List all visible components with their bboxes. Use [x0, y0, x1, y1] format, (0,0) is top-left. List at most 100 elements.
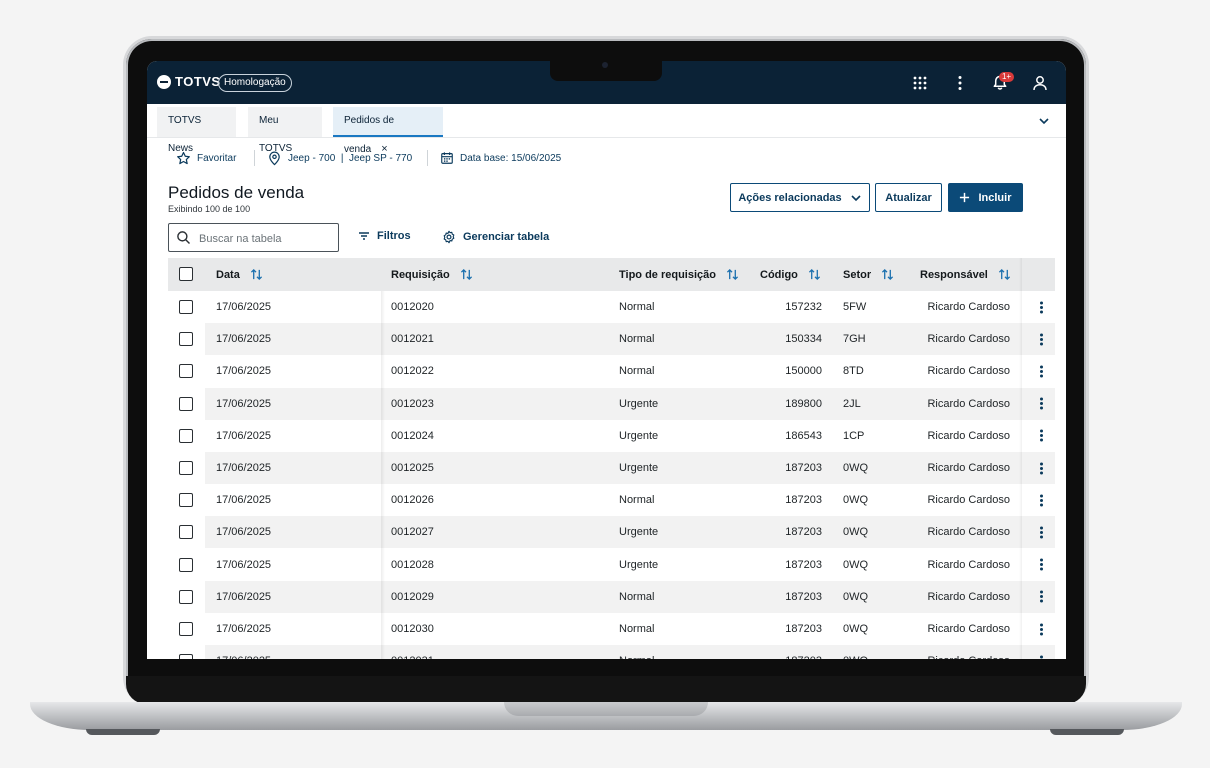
filters-label: Filtros [377, 230, 411, 242]
row-actions-icon[interactable] [1032, 323, 1050, 355]
cell-codigo: 187203 [785, 558, 822, 571]
table-row[interactable]: 17/06/2025 0012023 Urgente 189800 2JL Ricardo… [168, 387, 1055, 420]
cell-data: 17/06/2025 [216, 623, 272, 635]
cell-tipo: Urgente [619, 429, 659, 442]
gear-icon [443, 230, 455, 244]
table-row[interactable]: 17/06/2025 0012021 Normal 150334 7GH Ricardo … [168, 323, 1055, 356]
cell-setor: 1CP [843, 429, 865, 442]
row-checkbox[interactable] [179, 525, 193, 540]
cell-codigo: 187203 [785, 623, 822, 635]
column-header-codigo[interactable]: Código [760, 258, 821, 291]
table-row[interactable]: 17/06/2025 0012027 Urgente 187203 0WQ Ricardo… [168, 516, 1055, 549]
filters-button[interactable]: Filtros [358, 230, 411, 242]
refresh-button[interactable]: Atualizar [875, 183, 942, 212]
cell-responsavel: Ricardo Cardoso [927, 645, 1010, 659]
row-actions-icon[interactable] [1032, 549, 1050, 581]
cell-codigo: 186543 [785, 429, 822, 442]
column-header-responsavel[interactable]: Responsável [920, 258, 1011, 291]
row-actions-icon[interactable] [1032, 355, 1050, 387]
cell-tipo: Normal [619, 645, 654, 659]
row-checkbox[interactable] [179, 493, 193, 508]
cell-setor: 2JL [843, 397, 861, 410]
sort-icon[interactable] [998, 268, 1011, 281]
cell-requisicao: 0012029 [391, 590, 434, 603]
table-row[interactable]: 17/06/2025 0012028 Urgente 187203 0WQ Ricardo… [168, 548, 1055, 581]
row-actions-icon[interactable] [1032, 484, 1050, 516]
cell-setor: 0WQ [843, 462, 869, 474]
column-header-requisicao[interactable]: Requisição [391, 258, 473, 291]
column-header-data[interactable]: Data [216, 258, 263, 291]
location-selector[interactable]: Jeep - 700 | Jeep SP - 770 [267, 151, 412, 166]
row-actions-icon[interactable] [1032, 516, 1050, 548]
sort-icon[interactable] [881, 268, 894, 281]
row-actions-icon[interactable] [1032, 613, 1050, 645]
table-row[interactable]: 17/06/2025 0012029 Normal 187203 0WQ Ricardo … [168, 580, 1055, 613]
cell-responsavel: Ricardo Cardoso [927, 333, 1010, 346]
row-checkbox[interactable] [179, 654, 193, 659]
apps-grid-icon[interactable] [911, 74, 929, 92]
row-checkbox[interactable] [179, 300, 193, 314]
date-base-selector[interactable]: Data base: 15/06/2025 [440, 151, 561, 165]
row-actions-icon[interactable] [1032, 291, 1050, 323]
cell-responsavel: Ricardo Cardoso [927, 462, 1010, 474]
row-checkbox[interactable] [179, 557, 193, 572]
cell-tipo: Normal [619, 365, 655, 378]
column-header-tipo[interactable]: Tipo de requisição [619, 258, 739, 291]
tab-totvs-news[interactable]: TOTVS News [157, 107, 236, 154]
page-title: Pedidos de venda [168, 183, 305, 202]
sort-icon[interactable] [460, 268, 473, 281]
row-actions-icon[interactable] [1032, 581, 1050, 613]
sort-icon[interactable] [250, 268, 263, 281]
cell-codigo: 150000 [785, 365, 822, 378]
row-actions-icon[interactable] [1032, 420, 1050, 452]
cell-data: 17/06/2025 [216, 301, 272, 313]
cell-tipo: Normal [619, 494, 655, 507]
sort-icon[interactable] [808, 268, 821, 281]
cell-tipo: Urgente [619, 462, 659, 474]
tab-label: Meu TOTVS [259, 115, 293, 154]
table-header: Data Requisição Tipo de requisição Códig… [168, 258, 1055, 291]
cell-responsavel: Ricardo Cardoso [927, 429, 1010, 442]
row-checkbox[interactable] [179, 332, 193, 347]
tab-meu-totvs[interactable]: Meu TOTVS [248, 107, 322, 154]
row-checkbox[interactable] [179, 622, 193, 636]
cell-responsavel: Ricardo Cardoso [927, 494, 1010, 507]
table-row[interactable]: 17/06/2025 0012030 Normal 187203 0WQ Ricardo … [168, 613, 1055, 645]
tab-pedidos-de-venda[interactable]: Pedidos de venda × [333, 107, 443, 155]
table-row[interactable]: 17/06/2025 0012026 Normal 187203 0WQ Ricardo … [168, 484, 1055, 517]
chevron-down-icon[interactable] [1038, 115, 1050, 127]
cell-data: 17/06/2025 [216, 558, 272, 571]
row-checkbox[interactable] [179, 428, 193, 443]
add-button[interactable]: Incluir [948, 183, 1023, 212]
select-all-checkbox[interactable] [179, 267, 193, 281]
brand-logo[interactable]: TOTVS [157, 74, 221, 89]
table-row[interactable]: 17/06/2025 0012025 Urgente 187203 0WQ Ricardo… [168, 452, 1055, 484]
cell-setor: 0WQ [843, 645, 868, 659]
table-row[interactable]: 17/06/2025 0012022 Normal 150000 8TD Ricardo … [168, 355, 1055, 388]
more-options-icon[interactable] [951, 74, 969, 92]
search-input[interactable] [197, 229, 336, 248]
row-checkbox[interactable] [179, 589, 193, 604]
related-actions-button[interactable]: Ações relacionadas [730, 183, 870, 212]
table-row[interactable]: 17/06/2025 0012031 Normal 187203 0WQ Ricardo … [168, 645, 1055, 659]
column-header-setor[interactable]: Setor [843, 258, 894, 291]
user-profile-icon[interactable] [1031, 74, 1049, 92]
row-checkbox[interactable] [179, 461, 193, 475]
manage-table-button[interactable]: Gerenciar tabela [442, 230, 549, 244]
add-label: Incluir [978, 191, 1012, 204]
star-icon [177, 151, 190, 165]
row-actions-icon[interactable] [1032, 452, 1050, 484]
cell-tipo: Urgente [619, 526, 659, 539]
row-actions-icon[interactable] [1032, 645, 1050, 659]
row-checkbox[interactable] [179, 396, 193, 411]
calendar-icon [441, 152, 453, 164]
row-checkbox[interactable] [179, 364, 193, 379]
cell-setor: 0WQ [843, 558, 869, 571]
favorite-button[interactable]: Favoritar [176, 151, 236, 166]
row-actions-icon[interactable] [1032, 388, 1050, 420]
cell-setor: 0WQ [843, 526, 869, 539]
table-search[interactable] [168, 223, 339, 252]
sort-icon[interactable] [726, 268, 739, 281]
table-row[interactable]: 17/06/2025 0012024 Urgente 186543 1CP Ricardo… [168, 419, 1055, 452]
table-row[interactable]: 17/06/2025 0012020 Normal 157232 5FW Ricardo … [168, 291, 1055, 323]
